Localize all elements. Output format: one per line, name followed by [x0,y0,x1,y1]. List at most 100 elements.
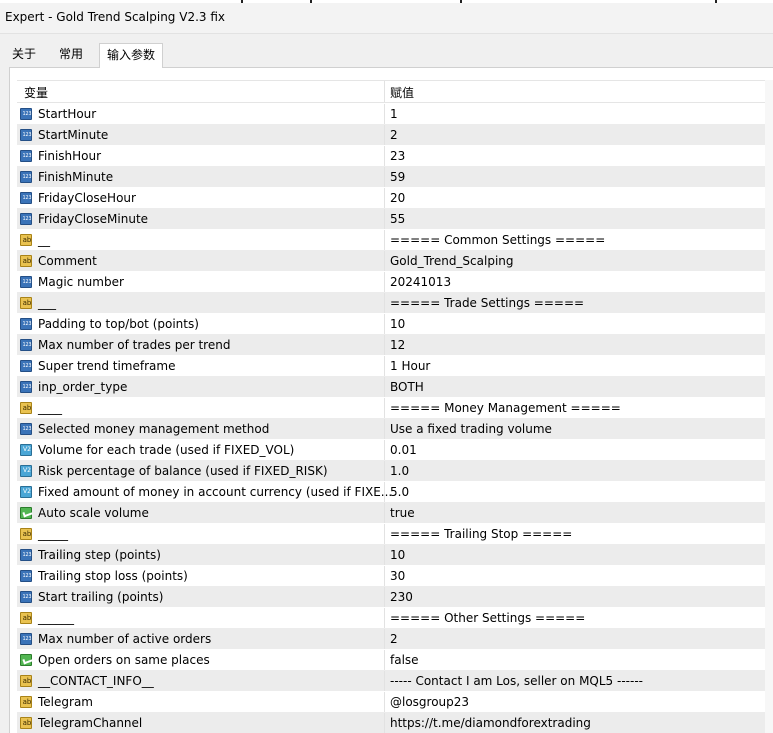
parameter-value[interactable]: ===== Trailing Stop ===== [390,524,572,545]
parameter-value[interactable]: 1 [390,104,398,125]
table-row[interactable]: Selected money management method Use a fi… [17,418,772,440]
string-type-icon [20,675,33,687]
tab-common[interactable]: 常用 [57,45,85,65]
parameter-value[interactable]: ===== Common Settings ===== [390,230,605,251]
header-value[interactable]: 赋值 [390,84,414,101]
table-row[interactable]: ___ ===== Trade Settings ===== [17,292,772,314]
vertical-scrollbar[interactable] [765,80,773,733]
parameter-value[interactable]: Gold_Trend_Scalping [390,251,514,272]
table-row[interactable]: Fixed amount of money in account currenc… [17,481,772,503]
table-row[interactable]: Auto scale volume true [17,502,772,524]
table-row[interactable]: inp_order_type BOTH [17,376,772,398]
parameter-value[interactable]: ----- Contact I am Los, seller on MQL5 -… [390,671,643,692]
table-row[interactable]: Trailing stop loss (points) 30 [17,565,772,587]
table-header: 变量 赋值 [17,80,772,103]
table-row[interactable]: Start trailing (points) 230 [17,586,772,608]
table-row[interactable]: Telegram @losgroup23 [17,691,772,713]
parameter-value[interactable]: 1.0 [390,461,409,482]
parameters-table: 变量 赋值 StartHour1StartMinute2FinishHour23… [17,80,772,733]
inputs-panel: 变量 赋值 StartHour1StartMinute2FinishHour23… [9,67,773,733]
table-row[interactable]: __ ===== Common Settings ===== [17,229,772,251]
parameter-value[interactable]: 20241013 [390,272,451,293]
parameter-value[interactable]: ===== Other Settings ===== [390,608,585,629]
table-row[interactable]: FridayCloseHour 20 [17,187,772,209]
cell-separator [384,503,385,524]
table-row[interactable]: Max number of trades per trend 12 [17,334,772,356]
parameter-value[interactable]: 2 [390,125,398,146]
parameter-value[interactable]: 55 [390,209,405,230]
parameter-value[interactable]: Use a fixed trading volume [390,419,552,440]
parameter-name: Volume for each trade (used if FIXED_VOL… [38,443,295,457]
parameter-value[interactable]: https://t.me/diamondforextrading [390,713,591,733]
table-row[interactable]: __CONTACT_INFO__ ----- Contact I am Los, … [17,670,772,692]
parameter-name: Auto scale volume [38,506,149,520]
parameter-value[interactable]: 2 [390,629,398,650]
table-row[interactable]: Trailing step (points) 10 [17,544,772,566]
parameter-name: ____ [38,401,62,415]
parameter-value[interactable]: ===== Trade Settings ===== [390,293,584,314]
parameter-value[interactable]: 10 [390,545,405,566]
parameter-value[interactable]: 59 [390,167,405,188]
parameter-value[interactable]: BOTH [390,377,424,398]
tab-about[interactable]: 关于 [10,45,38,65]
cell-separator [384,713,385,733]
table-row[interactable]: Max number of active orders 2 [17,628,772,650]
integer-type-icon [20,318,33,330]
integer-type-icon [20,549,33,561]
parameter-value[interactable]: false [390,650,419,671]
parameter-name: FinishHour [38,149,102,163]
table-row[interactable]: FinishMinute 59 [17,166,772,188]
integer-type-icon [20,213,33,225]
parameter-name: _____ [38,527,68,541]
integer-type-icon [20,150,33,162]
header-variable[interactable]: 变量 [24,84,48,101]
table-row[interactable]: Comment Gold_Trend_Scalping [17,250,772,272]
parameter-value[interactable]: 0.01 [390,440,417,461]
parameter-value[interactable]: true [390,503,415,524]
cell-separator [384,146,385,167]
parameter-value[interactable]: 12 [390,335,405,356]
parameter-name: Open orders on same places [38,653,210,667]
table-row[interactable]: StartHour 1 [17,103,772,125]
cell-separator [384,461,385,482]
table-row[interactable]: StartMinute 2 [17,124,772,146]
double-type-icon [20,465,33,477]
window-title: Expert - Gold Trend Scalping V2.3 fix [5,10,226,24]
table-row[interactable]: Magic number 20241013 [17,271,772,293]
boolean-type-icon [20,654,32,666]
parameter-value[interactable]: 10 [390,314,405,335]
parameter-value[interactable]: 230 [390,587,413,608]
cell-separator [384,419,385,440]
table-row[interactable]: TelegramChannel https://t.me/diamondforex… [17,712,772,733]
column-separator[interactable] [384,81,385,102]
string-type-icon [20,528,33,540]
double-type-icon [20,444,33,456]
integer-type-icon [20,129,33,141]
table-row[interactable]: Volume for each trade (used if FIXED_VOL… [17,439,772,461]
integer-type-icon [20,423,33,435]
table-row[interactable]: Open orders on same places false [17,649,772,671]
table-row[interactable]: Super trend timeframe 1 Hour [17,355,772,377]
parameter-value[interactable]: 1 Hour [390,356,430,377]
parameter-value[interactable]: 30 [390,566,405,587]
parameter-value[interactable]: @losgroup23 [390,692,469,713]
table-row[interactable]: FinishHour 23 [17,145,772,167]
parameter-value[interactable]: 23 [390,146,405,167]
parameter-value[interactable]: 5.0 [390,482,409,503]
parameter-value[interactable]: 20 [390,188,405,209]
parameter-name: StartMinute [38,128,109,142]
tab-inputs[interactable]: 输入参数 [99,43,163,68]
table-row[interactable]: ____ ===== Money Management ===== [17,397,772,419]
table-row[interactable]: _____ ===== Trailing Stop ===== [17,523,772,545]
cell-separator [384,650,385,671]
parameter-name: inp_order_type [38,380,128,394]
cell-separator [384,209,385,230]
table-row[interactable]: Risk percentage of balance (used if FIXE… [17,460,772,482]
table-row[interactable]: ______ ===== Other Settings ===== [17,607,772,629]
title-bar: Expert - Gold Trend Scalping V2.3 fix [0,3,773,34]
parameter-value[interactable]: ===== Money Management ===== [390,398,621,419]
integer-type-icon [20,192,33,204]
table-row[interactable]: Padding to top/bot (points) 10 [17,313,772,335]
parameter-name: Magic number [38,275,124,289]
table-row[interactable]: FridayCloseMinute 55 [17,208,772,230]
